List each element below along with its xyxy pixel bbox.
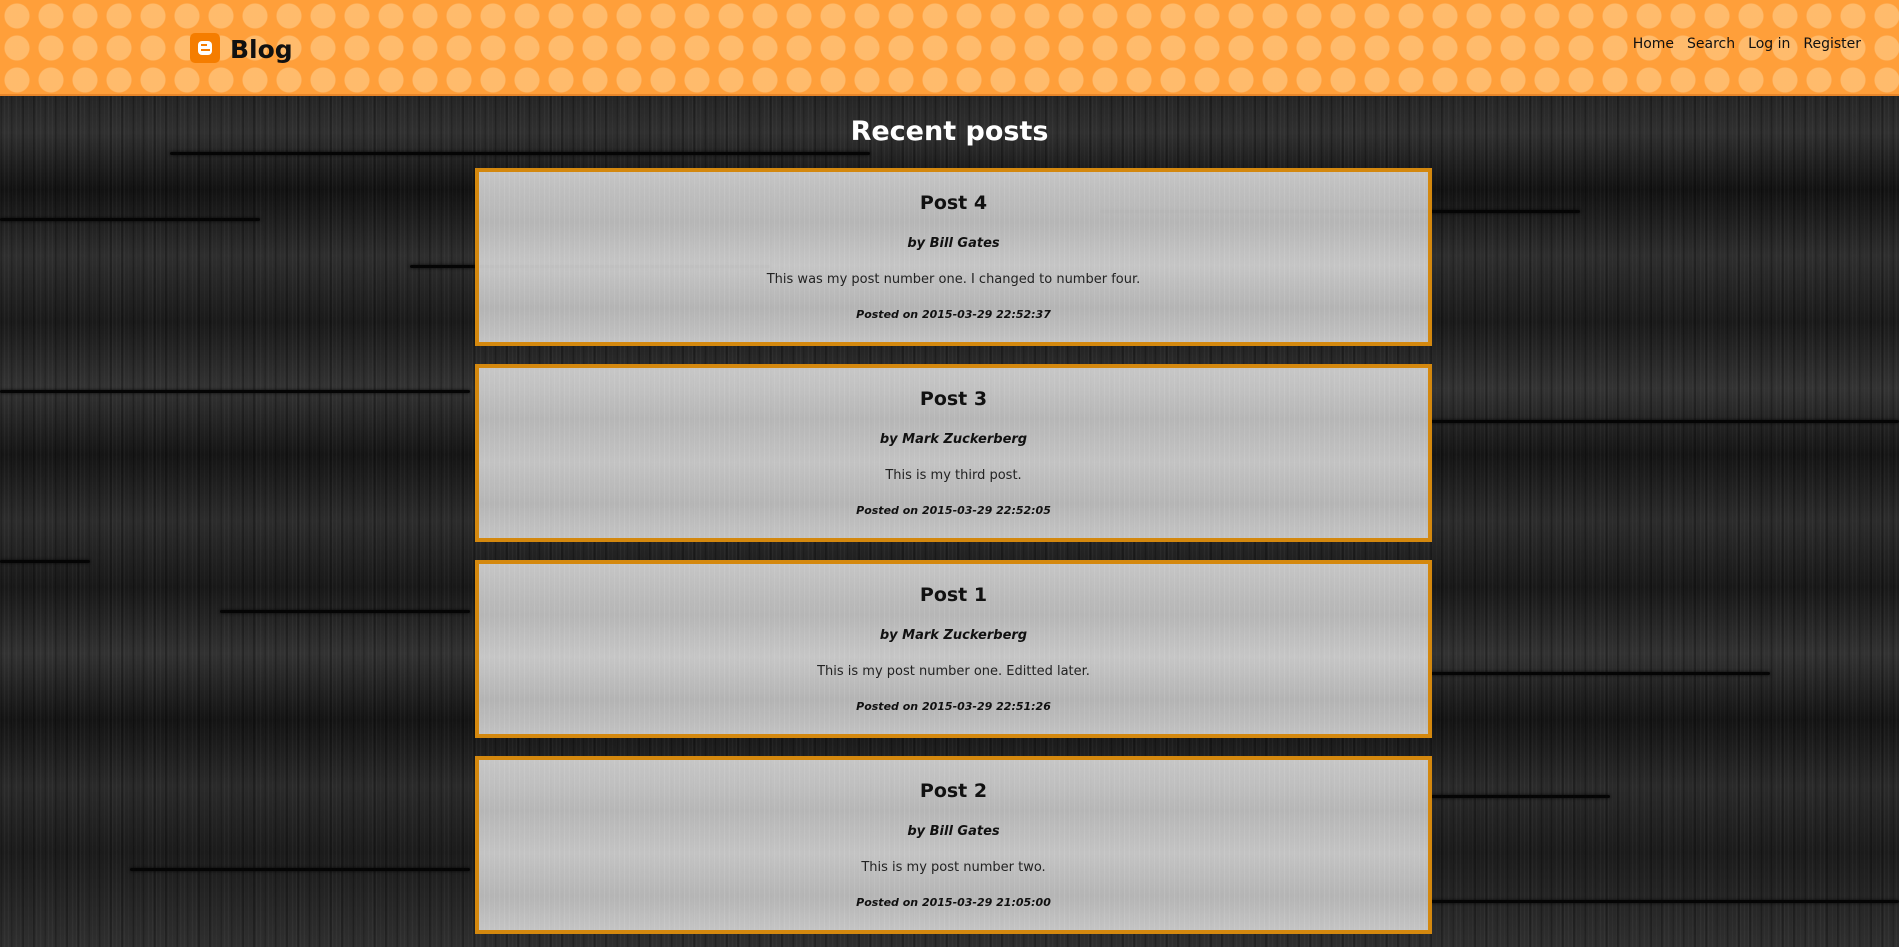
background-streak <box>220 610 470 613</box>
post-title[interactable]: Post 3 <box>479 388 1428 410</box>
post-date: Posted on 2015-03-29 22:52:37 <box>856 308 1051 321</box>
background-streak <box>1430 672 1770 675</box>
post-card: Post 3 by Mark Zuckerberg This is my thi… <box>475 364 1432 542</box>
background-streak <box>170 152 870 155</box>
background-streak <box>1430 900 1899 903</box>
post-date: Posted on 2015-03-29 21:05:00 <box>856 896 1051 909</box>
site-header: Blog Home Search Log in Register <box>0 0 1899 96</box>
background-streak <box>0 218 260 221</box>
main-nav: Home Search Log in Register <box>1633 36 1861 52</box>
post-author: by Bill Gates <box>907 824 1000 839</box>
post-card: Post 2 by Bill Gates This is my post num… <box>475 756 1432 934</box>
blogger-icon <box>190 32 220 63</box>
background-streak <box>130 868 470 871</box>
brand[interactable]: Blog <box>190 31 293 64</box>
nav-search-link[interactable]: Search <box>1687 36 1735 52</box>
post-body: This is my post number one. Editted late… <box>817 664 1090 679</box>
post-card: Post 1 by Mark Zuckerberg This is my pos… <box>475 560 1432 738</box>
brand-title: Blog <box>230 35 293 64</box>
post-author: by Bill Gates <box>907 236 1000 251</box>
post-body: This was my post number one. I changed t… <box>766 272 1141 287</box>
post-date: Posted on 2015-03-29 22:52:05 <box>856 504 1051 517</box>
nav-register-link[interactable]: Register <box>1803 36 1861 52</box>
post-card: Post 4 by Bill Gates This was my post nu… <box>475 168 1432 346</box>
post-author: by Mark Zuckerberg <box>879 432 1028 447</box>
background-streak <box>0 560 90 563</box>
post-title[interactable]: Post 2 <box>479 780 1428 802</box>
post-title[interactable]: Post 1 <box>479 584 1428 606</box>
nav-home-link[interactable]: Home <box>1633 36 1674 52</box>
background-streak <box>1430 795 1610 798</box>
nav-login-link[interactable]: Log in <box>1748 36 1790 52</box>
post-date: Posted on 2015-03-29 22:51:26 <box>856 700 1051 713</box>
page-title: Recent posts <box>850 116 1049 147</box>
post-title[interactable]: Post 4 <box>479 192 1428 214</box>
post-list: Post 4 by Bill Gates This was my post nu… <box>475 168 1432 947</box>
background-streak <box>1430 420 1899 423</box>
post-body: This is my third post. <box>885 468 1022 483</box>
post-body: This is my post number two. <box>861 860 1046 875</box>
background-streak <box>0 390 470 393</box>
post-author: by Mark Zuckerberg <box>879 628 1028 643</box>
